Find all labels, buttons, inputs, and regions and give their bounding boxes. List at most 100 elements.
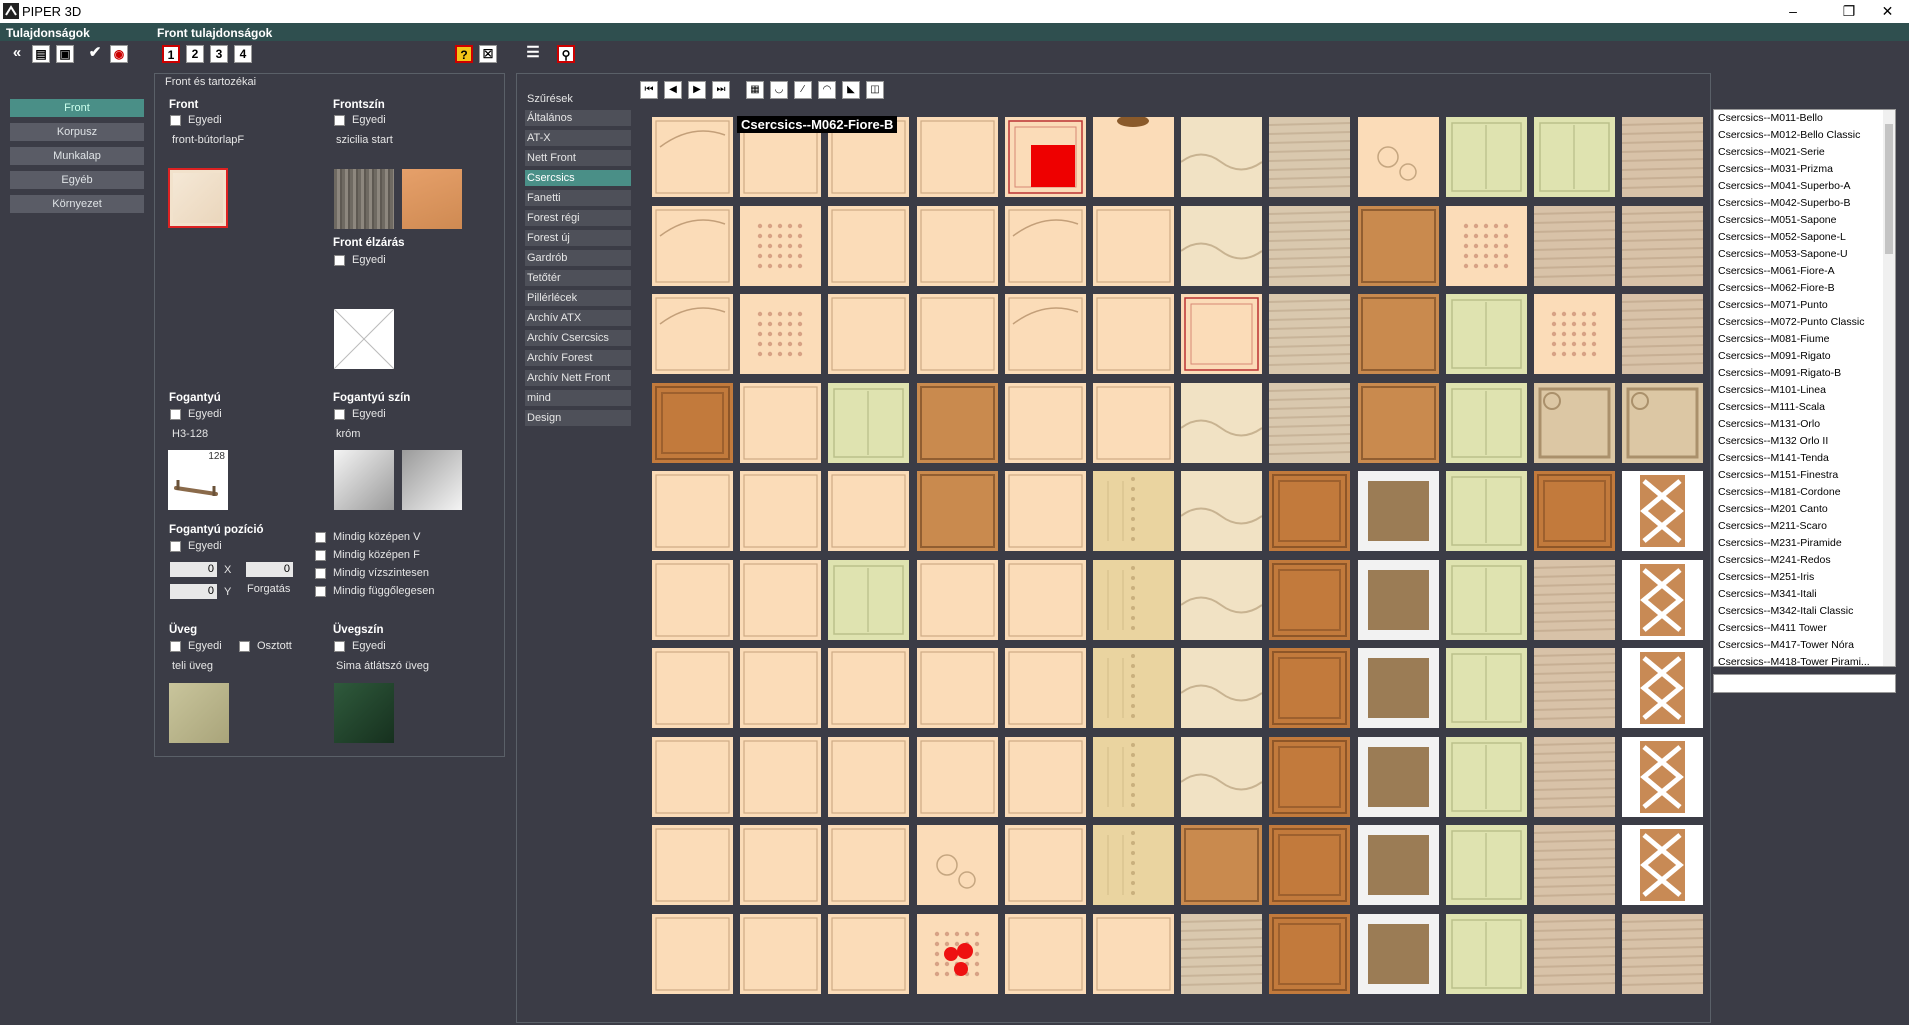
model-list-item[interactable]: Csercsics--M211-Scaro bbox=[1714, 518, 1895, 535]
model-list-item[interactable]: Csercsics--M091-Rigato bbox=[1714, 348, 1895, 365]
door-tile[interactable] bbox=[917, 383, 998, 463]
door-tile[interactable] bbox=[1622, 294, 1703, 374]
frontszin-swatch-1[interactable] bbox=[334, 169, 394, 229]
door-tile[interactable] bbox=[828, 383, 909, 463]
model-list-item[interactable]: Csercsics--M021-Serie bbox=[1714, 144, 1895, 161]
last-page-icon[interactable]: ⏭ bbox=[712, 81, 730, 99]
door-tile[interactable] bbox=[1446, 383, 1527, 463]
door-tile[interactable] bbox=[740, 648, 821, 728]
filter-item[interactable]: mind bbox=[525, 390, 631, 406]
model-list-item[interactable]: Csercsics--M071-Punto bbox=[1714, 297, 1895, 314]
door-tile[interactable] bbox=[917, 914, 998, 994]
door-tile[interactable] bbox=[1622, 737, 1703, 817]
door-tile[interactable] bbox=[1358, 383, 1439, 463]
nav-munkalap[interactable]: Munkalap bbox=[10, 147, 144, 165]
door-style-4-icon[interactable]: ◠ bbox=[818, 81, 836, 99]
filter-item[interactable]: Archív Csercsics bbox=[525, 330, 631, 346]
door-tile[interactable] bbox=[1534, 206, 1615, 286]
front-egyedi-checkbox[interactable] bbox=[170, 115, 181, 126]
door-tile[interactable] bbox=[652, 117, 733, 197]
door-tile[interactable] bbox=[1005, 648, 1086, 728]
door-tile[interactable] bbox=[1446, 914, 1527, 994]
door-tile[interactable] bbox=[1269, 206, 1350, 286]
model-list-item[interactable]: Csercsics--M132 Orlo II bbox=[1714, 433, 1895, 450]
door-tile[interactable] bbox=[652, 914, 733, 994]
model-list-item[interactable]: Csercsics--M062-Fiore-B bbox=[1714, 280, 1895, 297]
model-list[interactable]: Csercsics--M011-Bello Csercsics--M012-Bel… bbox=[1713, 109, 1896, 667]
door-tile[interactable] bbox=[740, 471, 821, 551]
y-input[interactable]: 0 bbox=[170, 584, 217, 599]
clear-icon[interactable]: ☒ bbox=[479, 45, 497, 63]
door-tile[interactable] bbox=[828, 294, 909, 374]
door-tile[interactable] bbox=[652, 206, 733, 286]
door-tile[interactable] bbox=[1534, 914, 1615, 994]
door-tile[interactable] bbox=[828, 737, 909, 817]
door-tile[interactable] bbox=[1446, 737, 1527, 817]
model-list-item[interactable]: Csercsics--M061-Fiore-A bbox=[1714, 263, 1895, 280]
model-list-item[interactable]: Csercsics--M111-Scala bbox=[1714, 399, 1895, 416]
list-scrollbar[interactable] bbox=[1883, 110, 1895, 666]
door-tile[interactable] bbox=[1622, 383, 1703, 463]
door-tile[interactable] bbox=[1534, 294, 1615, 374]
door-tile[interactable] bbox=[1181, 914, 1262, 994]
door-tile[interactable] bbox=[1269, 648, 1350, 728]
model-list-item[interactable]: Csercsics--M417-Tower Nóra bbox=[1714, 637, 1895, 654]
model-list-item[interactable]: Csercsics--M031-Prizma bbox=[1714, 161, 1895, 178]
glass-color-swatch[interactable] bbox=[334, 683, 394, 743]
door-tile[interactable] bbox=[1622, 648, 1703, 728]
nav-front[interactable]: Front bbox=[10, 99, 144, 117]
door-tile[interactable] bbox=[1093, 294, 1174, 374]
door-tile[interactable] bbox=[1446, 294, 1527, 374]
filter-item[interactable]: Pillérlécek bbox=[525, 290, 631, 306]
osztott-checkbox[interactable] bbox=[239, 641, 250, 652]
filter-item[interactable]: Csercsics bbox=[525, 170, 631, 186]
door-tile[interactable] bbox=[1622, 560, 1703, 640]
door-tile[interactable] bbox=[1005, 294, 1086, 374]
door-tile[interactable] bbox=[1358, 471, 1439, 551]
door-tile[interactable] bbox=[652, 825, 733, 905]
filter-item[interactable]: AT-X bbox=[525, 130, 631, 146]
door-tile[interactable] bbox=[1093, 206, 1174, 286]
door-tile[interactable] bbox=[1181, 560, 1262, 640]
model-list-item[interactable]: Csercsics--M052-Sapone-L bbox=[1714, 229, 1895, 246]
door-tile[interactable] bbox=[917, 737, 998, 817]
door-tile[interactable] bbox=[1446, 206, 1527, 286]
door-tile[interactable] bbox=[1358, 825, 1439, 905]
door-tile[interactable] bbox=[740, 825, 821, 905]
door-tile[interactable] bbox=[1358, 560, 1439, 640]
model-list-item[interactable]: Csercsics--M012-Bello Classic bbox=[1714, 127, 1895, 144]
model-list-item[interactable]: Csercsics--M342-Itali Classic bbox=[1714, 603, 1895, 620]
door-tile[interactable] bbox=[1622, 825, 1703, 905]
door-tile[interactable] bbox=[1093, 648, 1174, 728]
door-tile[interactable] bbox=[1269, 117, 1350, 197]
door-tile[interactable] bbox=[1358, 117, 1439, 197]
door-tile[interactable] bbox=[1005, 914, 1086, 994]
door-tile[interactable] bbox=[828, 471, 909, 551]
door-tile[interactable] bbox=[1534, 560, 1615, 640]
close-button[interactable]: ✕ bbox=[1866, 0, 1909, 23]
door-tile[interactable] bbox=[1181, 471, 1262, 551]
glass-swatch[interactable] bbox=[169, 683, 229, 743]
nav-kornyezet[interactable]: Környezet bbox=[10, 195, 144, 213]
model-list-item[interactable]: Csercsics--M042-Superbo-B bbox=[1714, 195, 1895, 212]
door-tile[interactable] bbox=[1093, 383, 1174, 463]
door-tile[interactable] bbox=[1005, 737, 1086, 817]
door-tile[interactable] bbox=[1181, 825, 1262, 905]
door-tile[interactable] bbox=[1534, 737, 1615, 817]
door-tile[interactable] bbox=[1181, 117, 1262, 197]
kozepen-v-checkbox[interactable] bbox=[315, 532, 326, 543]
model-list-item[interactable]: Csercsics--M341-Itali bbox=[1714, 586, 1895, 603]
door-tile[interactable] bbox=[828, 825, 909, 905]
vizszintesen-checkbox[interactable] bbox=[315, 568, 326, 579]
model-list-item[interactable]: Csercsics--M053-Sapone-U bbox=[1714, 246, 1895, 263]
frontszin-swatch-2[interactable] bbox=[402, 169, 462, 229]
door-tile[interactable] bbox=[917, 117, 998, 197]
door-tile[interactable] bbox=[740, 294, 821, 374]
door-tile[interactable] bbox=[1358, 294, 1439, 374]
pin-icon[interactable]: ⚲ bbox=[557, 45, 575, 63]
door-tile[interactable] bbox=[1622, 471, 1703, 551]
filter-item[interactable]: Fanetti bbox=[525, 190, 631, 206]
door-tile[interactable] bbox=[1622, 914, 1703, 994]
door-tile[interactable] bbox=[1358, 648, 1439, 728]
door-tile[interactable] bbox=[1358, 206, 1439, 286]
